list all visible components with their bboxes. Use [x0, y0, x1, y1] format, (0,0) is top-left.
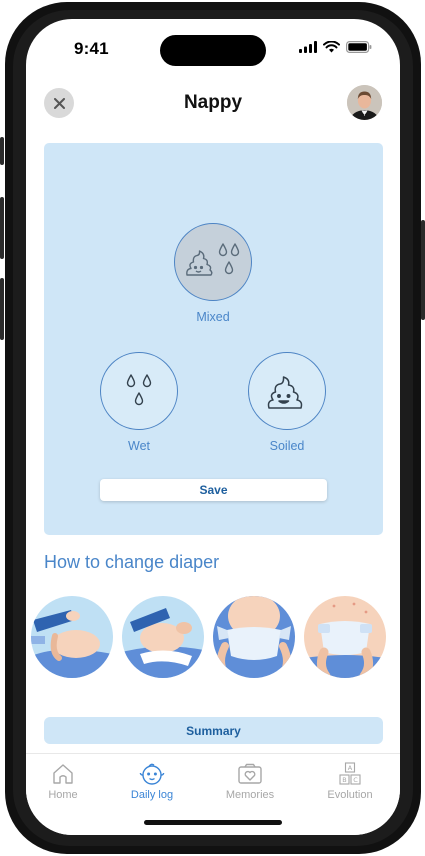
wifi-icon [323, 41, 340, 53]
wet-circle[interactable] [100, 352, 178, 430]
mixed-circle[interactable] [174, 223, 252, 301]
status-time: 9:41 [74, 39, 109, 58]
house-icon [53, 764, 73, 784]
option-mixed[interactable]: Mixed [158, 223, 268, 324]
svg-text:A: A [348, 764, 353, 772]
tab-daily-log[interactable]: Daily log [115, 762, 189, 801]
photo-heart-icon [238, 763, 262, 784]
step-1-illustration[interactable] [31, 596, 113, 678]
phone-screen: 9:41 Nappy Mixed Wet Soiled Save How to … [26, 19, 400, 835]
dynamic-island [160, 35, 266, 66]
svg-text:B: B [342, 776, 346, 784]
option-soiled-label: Soiled [269, 439, 305, 453]
step-3-image [213, 596, 295, 678]
power-button [421, 220, 425, 320]
option-mixed-label: Mixed [196, 310, 230, 324]
poop-drops-icon [186, 243, 240, 276]
status-icons [299, 41, 372, 53]
tab-home[interactable]: Home [26, 762, 100, 801]
svg-text:C: C [353, 776, 358, 784]
volume-up-button [0, 197, 4, 259]
home-indicator [144, 820, 282, 825]
drops-icon [126, 374, 152, 406]
diaper-steps [31, 596, 400, 680]
profile-photo [347, 85, 382, 120]
mute-switch [0, 137, 4, 165]
tab-memories-label: Memories [225, 789, 275, 801]
avatar[interactable] [347, 85, 382, 120]
tab-memories[interactable]: Memories [213, 762, 287, 801]
signal-icon [299, 41, 317, 53]
abc-blocks-icon: A B C [339, 762, 361, 785]
step-4-illustration[interactable] [304, 596, 386, 678]
guide-title: How to change diaper [44, 552, 220, 572]
tab-evolution-label: Evolution [327, 789, 373, 801]
nappy-type-card: Mixed Wet Soiled Save [44, 143, 383, 535]
step-4-image [304, 596, 386, 678]
poop-icon [267, 376, 303, 409]
baby-face-icon [139, 763, 165, 785]
tab-daily-log-label: Daily log [130, 789, 174, 801]
soiled-circle[interactable] [248, 352, 326, 430]
summary-button[interactable]: Summary [44, 717, 383, 744]
option-wet[interactable]: Wet [84, 352, 194, 453]
tab-evolution[interactable]: A B C Evolution [313, 762, 387, 801]
tab-home-label: Home [48, 789, 78, 801]
page-title: Nappy [183, 92, 243, 113]
step-3-illustration[interactable] [213, 596, 295, 678]
save-button[interactable]: Save [100, 479, 327, 501]
volume-down-button [0, 278, 4, 340]
battery-icon [346, 41, 372, 53]
step-2-image [122, 596, 204, 678]
step-2-illustration[interactable] [122, 596, 204, 678]
step-1-image [31, 596, 113, 678]
option-wet-label: Wet [128, 439, 150, 453]
option-soiled[interactable]: Soiled [232, 352, 342, 453]
